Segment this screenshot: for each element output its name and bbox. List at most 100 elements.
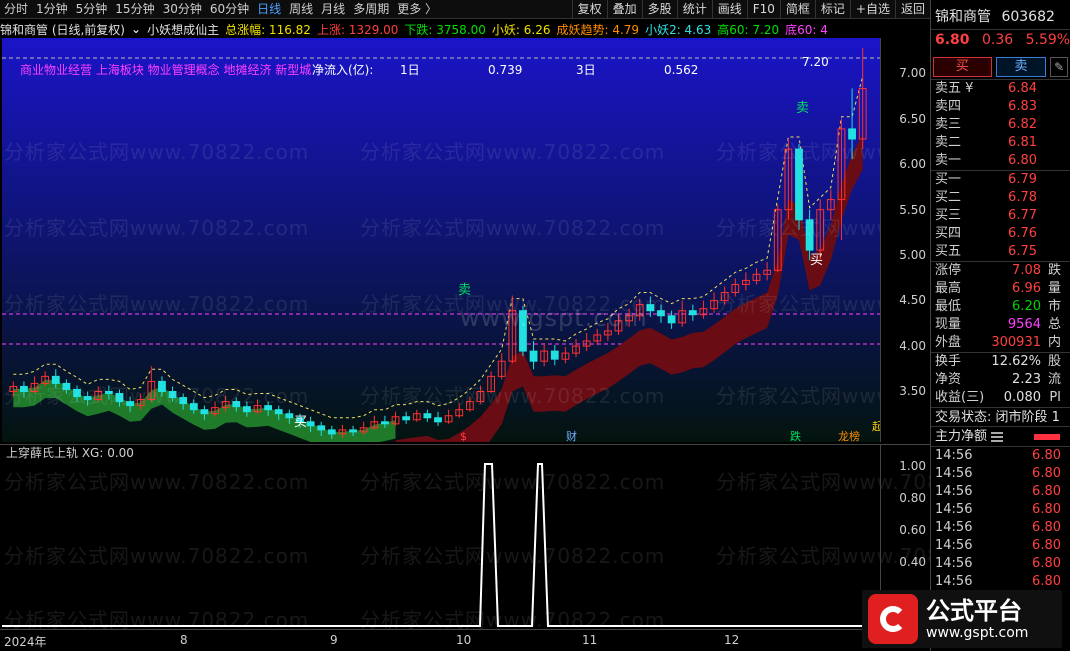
event-marker-dividend[interactable]: $ (460, 430, 467, 442)
date-tick: 12 (724, 633, 740, 647)
stat-label: 换手 (935, 354, 962, 369)
period-button-monthly[interactable]: 月线 (317, 0, 349, 19)
tool-button-mark[interactable]: 标记 (814, 0, 850, 19)
stat-row: 收益(三) 0.080 PI (931, 389, 1070, 407)
order-book-row[interactable]: 买四 6.76 (931, 225, 1070, 243)
add-icon[interactable]: ✎ (1050, 56, 1068, 77)
trade-status: 交易状态: 闭市阶段 1 (931, 407, 1070, 427)
date-tick: 2024年 (4, 635, 47, 649)
period-button-multi[interactable]: 多周期 (349, 0, 393, 19)
price-tick: 6.50 (899, 112, 926, 126)
order-level-volume (1037, 225, 1066, 243)
candle-body (646, 304, 655, 312)
order-book-row[interactable]: 买五 6.75 (931, 243, 1070, 261)
tool-button-stats[interactable]: 统计 (676, 0, 712, 19)
sell-signal-label-2: 卖 (796, 101, 809, 116)
period-button-weekly[interactable]: 周线 (285, 0, 317, 19)
order-book-row[interactable]: 买三 6.77 (931, 207, 1070, 225)
price-change-pct: 5.59% (1025, 32, 1070, 48)
stock-header: 锦和商管 603682 (931, 0, 1070, 30)
period-button-5min[interactable]: 5分钟 (72, 0, 112, 19)
tool-button-adjust[interactable]: 复权 (571, 0, 607, 19)
tool-button-add-watchlist[interactable]: +自选 (849, 0, 895, 19)
sub-indicator-chart[interactable] (2, 460, 880, 628)
list-icon[interactable] (991, 431, 1004, 442)
candle-body (657, 310, 665, 317)
price-axis: 7.00 6.50 6.00 5.50 5.00 4.50 4.00 3.50 (880, 38, 930, 442)
collapse-chevron-icon[interactable]: ⌄ (131, 22, 141, 36)
order-book-row[interactable]: 卖五 ¥ 6.84 (931, 80, 1070, 98)
event-marker-finance[interactable]: 财 (566, 429, 577, 442)
date-axis: 2024年 8 9 10 11 12 (0, 629, 880, 651)
order-level-price: 6.83 (1008, 99, 1037, 114)
event-marker-dragon-list[interactable]: 龙榜 (838, 429, 860, 442)
candle-body (285, 413, 294, 419)
xg-signal-line (2, 463, 880, 627)
period-button-1min[interactable]: 1分钟 (32, 0, 72, 19)
order-level-price: 6.77 (1008, 208, 1037, 223)
period-button-fenshi[interactable]: 分时 (0, 0, 32, 19)
candle-body (349, 429, 357, 433)
stat-label: 收益(三) (935, 390, 985, 405)
legend-low60: 底60: 4 (785, 22, 828, 37)
period-button-60min[interactable]: 60分钟 (206, 0, 253, 19)
order-level-price: 6.75 (1008, 244, 1037, 259)
stat-next-label: 跌 (1047, 263, 1061, 278)
net-inflow-1d-label: 1日 (400, 63, 420, 77)
sell-button[interactable]: 卖 (995, 56, 1047, 77)
date-tick: 8 (180, 633, 188, 647)
order-level-label: 买二 (935, 190, 962, 205)
tool-button-frame[interactable]: 简框 (779, 0, 815, 19)
sell-signal-label: 卖 (458, 283, 471, 298)
candle-body (519, 310, 527, 352)
sub-chart-title[interactable]: 上穿薛氏上轨 XG: 0.00 (0, 444, 880, 460)
order-level-price: 6.76 (1008, 226, 1037, 241)
tool-button-draw[interactable]: 画线 (711, 0, 747, 19)
price-tick: 3.50 (899, 384, 926, 398)
tool-button-multistock[interactable]: 多股 (641, 0, 677, 19)
order-book-row[interactable]: 卖一 6.80 (931, 152, 1070, 170)
period-button-15min[interactable]: 15分钟 (111, 0, 158, 19)
order-book-row[interactable]: 卖二 6.81 (931, 134, 1070, 152)
buy-signal-label: 买 (810, 253, 823, 268)
tool-button-f10[interactable]: F10 (746, 0, 780, 19)
stat-value: 6.96 (1012, 281, 1041, 296)
order-level-price: 6.81 (1008, 135, 1037, 150)
tool-button-overlay[interactable]: 叠加 (606, 0, 642, 19)
order-book-row[interactable]: 卖三 6.82 (931, 116, 1070, 134)
price-tick: 6.00 (899, 157, 926, 171)
tick-price: 6.80 (1032, 538, 1061, 553)
period-button-30min[interactable]: 30分钟 (159, 0, 206, 19)
tool-button-back[interactable]: 返回 (894, 0, 930, 19)
stat-next-label: 股 (1047, 354, 1061, 369)
order-level-volume (1037, 152, 1066, 170)
order-book-row[interactable]: 买二 6.78 (931, 189, 1070, 207)
gspt-logo-icon (868, 594, 918, 644)
event-marker-drop[interactable]: 跌 (790, 429, 801, 442)
event-marker-rise[interactable]: 起 (872, 420, 880, 433)
price-tick: 4.50 (899, 293, 926, 307)
stat-row: 换手 12.62% 股 (931, 353, 1070, 371)
candlestick-chart[interactable]: 商业物业经营 上海板块 物业管理概念 地摊经济 新型城 净流入(亿): 1日 0… (2, 38, 880, 442)
tick-row: 14:56 6.80 (931, 537, 1070, 555)
period-button-daily[interactable]: 日线 (253, 0, 285, 19)
inflow-bar (1034, 433, 1060, 440)
stat-next-label: 流 (1047, 372, 1061, 387)
tick-row: 14:56 6.80 (931, 573, 1070, 591)
tick-row: 14:56 6.80 (931, 555, 1070, 573)
order-level-volume (1037, 189, 1066, 207)
date-tick: 9 (330, 633, 338, 647)
quote-panel: 锦和商管 603682 6.80 0.36 5.59% 买 卖 ✎ 卖五 ¥ 6.… (930, 0, 1070, 651)
order-book-row[interactable]: 买一 6.79 (931, 171, 1070, 189)
indicator-name[interactable]: 小妖想成仙主 (147, 21, 219, 38)
period-button-more[interactable]: 更多 〉 (393, 0, 441, 19)
tick-price: 6.80 (1032, 556, 1061, 571)
tick-time: 14:56 (935, 556, 973, 571)
price-tick: 5.00 (899, 248, 926, 262)
stat-next-label: PI (1049, 390, 1061, 405)
order-book-row[interactable]: 卖四 6.83 (931, 98, 1070, 116)
stat-value: 6.20 (1012, 299, 1041, 314)
stat-label: 涨停 (935, 263, 962, 278)
buy-button[interactable]: 买 (933, 56, 992, 77)
tick-row: 14:56 6.80 (931, 519, 1070, 537)
